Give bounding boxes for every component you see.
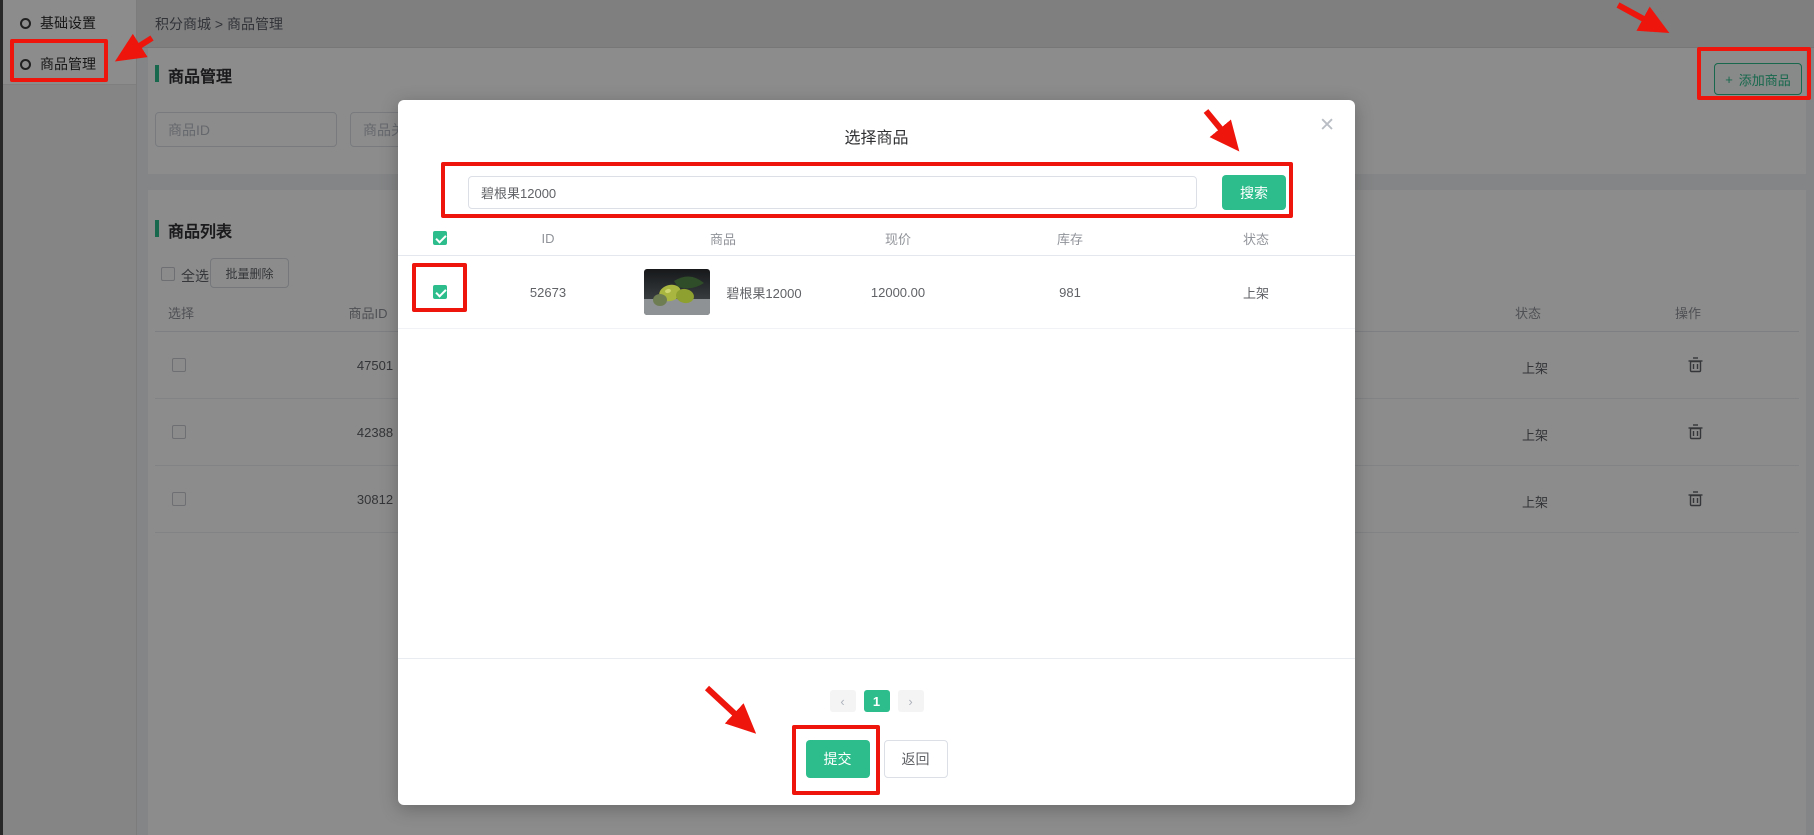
modal-column-product: 商品: [614, 229, 832, 248]
modal-column-stock: 库存: [964, 229, 1176, 248]
modal-title: 选择商品: [398, 124, 1355, 148]
page: 基础设置 商品管理 积分商城 > 商品管理 商品管理 + 添加商品 商品列表 全…: [0, 0, 1814, 835]
close-icon[interactable]: ✕: [1319, 116, 1335, 135]
submit-button[interactable]: 提交: [806, 740, 870, 778]
pagination: ‹ 1 ›: [398, 690, 1355, 712]
modal-select-all-checkbox[interactable]: [433, 231, 447, 245]
modal-row-price: 12000.00: [832, 285, 964, 300]
modal-row-product-name: 碧根果12000: [726, 283, 801, 302]
modal-footer-divider: [398, 658, 1355, 659]
modal-column-id: ID: [482, 231, 614, 246]
back-button[interactable]: 返回: [884, 740, 948, 778]
modal-table-header: ID 商品 现价 库存 状态: [398, 221, 1355, 255]
modal-product-row: 52673 碧根果12000: [398, 255, 1355, 329]
modal-column-price: 现价: [832, 229, 964, 248]
modal-search-button[interactable]: 搜索: [1222, 175, 1286, 210]
select-product-modal: 选择商品 ✕ 搜索 ID 商品 现价 库存 状态 52673: [398, 100, 1355, 805]
modal-row-id: 52673: [482, 285, 614, 300]
pagination-prev-icon[interactable]: ‹: [830, 690, 856, 712]
product-image: [644, 269, 710, 315]
pagination-next-icon[interactable]: ›: [898, 690, 924, 712]
modal-column-status: 状态: [1176, 229, 1336, 248]
modal-search-input[interactable]: [468, 176, 1197, 209]
modal-row-checkbox[interactable]: [433, 285, 447, 299]
modal-row-status: 上架: [1176, 283, 1336, 302]
modal-row-stock: 981: [964, 285, 1176, 300]
pagination-page-1[interactable]: 1: [864, 690, 890, 712]
